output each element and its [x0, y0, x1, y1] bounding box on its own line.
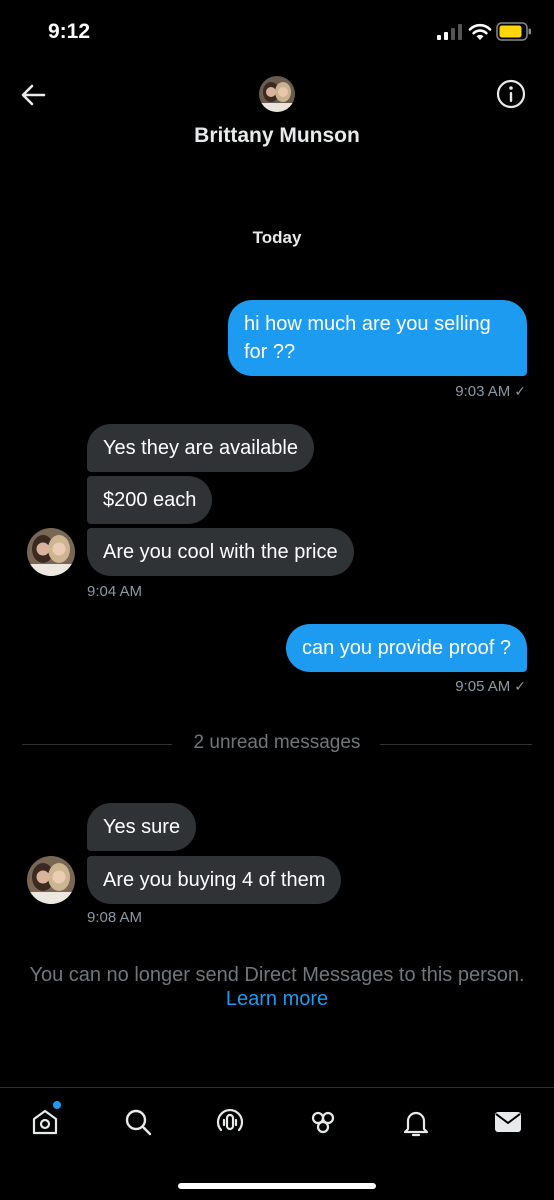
message-timestamp: 9:08 AM [87, 909, 143, 926]
message-meta: 9:03 AM ✓ [455, 383, 526, 400]
bottom-tab-bar [0, 1087, 554, 1200]
messages-icon[interactable] [492, 1106, 524, 1138]
sent-check-icon: ✓ [514, 383, 526, 399]
status-time: 9:12 [48, 20, 91, 43]
unread-label: 2 unread messages [193, 732, 361, 753]
home-icon[interactable] [29, 1106, 61, 1138]
status-bar: 9:12 [0, 0, 554, 66]
battery-icon [496, 22, 531, 41]
date-separator: Today [252, 228, 302, 247]
info-icon[interactable] [495, 78, 527, 110]
received-message[interactable]: Are you buying 4 of them [87, 856, 342, 904]
wifi-icon [468, 23, 492, 40]
received-message[interactable]: Are you cool with the price [87, 528, 354, 576]
sent-check-icon: ✓ [514, 678, 526, 694]
sender-avatar[interactable] [27, 528, 75, 576]
learn-more-link[interactable]: Learn more [0, 988, 554, 1011]
spaces-icon[interactable] [214, 1106, 246, 1138]
search-icon[interactable] [122, 1106, 154, 1138]
received-message[interactable]: Yes they are available [87, 424, 314, 472]
message-timestamp: 9:05 AM [455, 678, 511, 695]
communities-icon[interactable] [307, 1106, 339, 1138]
message-timestamp: 9:04 AM [87, 583, 143, 600]
received-message[interactable]: $200 each [87, 476, 213, 524]
sender-avatar[interactable] [27, 856, 75, 904]
message-timestamp: 9:03 AM [455, 383, 511, 400]
received-message[interactable]: Yes sure [87, 803, 197, 851]
message-meta: 9:05 AM ✓ [455, 678, 526, 695]
contact-avatar[interactable] [259, 76, 295, 112]
sent-message[interactable]: hi how much are you selling for ?? [228, 300, 527, 376]
dm-disabled-notice: You can no longer send Direct Messages t… [29, 964, 525, 986]
contact-name[interactable]: Brittany Munson [0, 124, 554, 148]
notifications-icon[interactable] [400, 1106, 432, 1138]
sent-message[interactable]: can you provide proof ? [285, 624, 527, 672]
conversation-header: Brittany Munson [0, 66, 554, 166]
unread-divider: 2 unread messages [22, 732, 532, 756]
notification-dot [53, 1101, 61, 1109]
back-arrow-icon[interactable] [18, 80, 48, 110]
cellular-signal-icon [437, 24, 462, 40]
home-indicator [178, 1183, 376, 1189]
